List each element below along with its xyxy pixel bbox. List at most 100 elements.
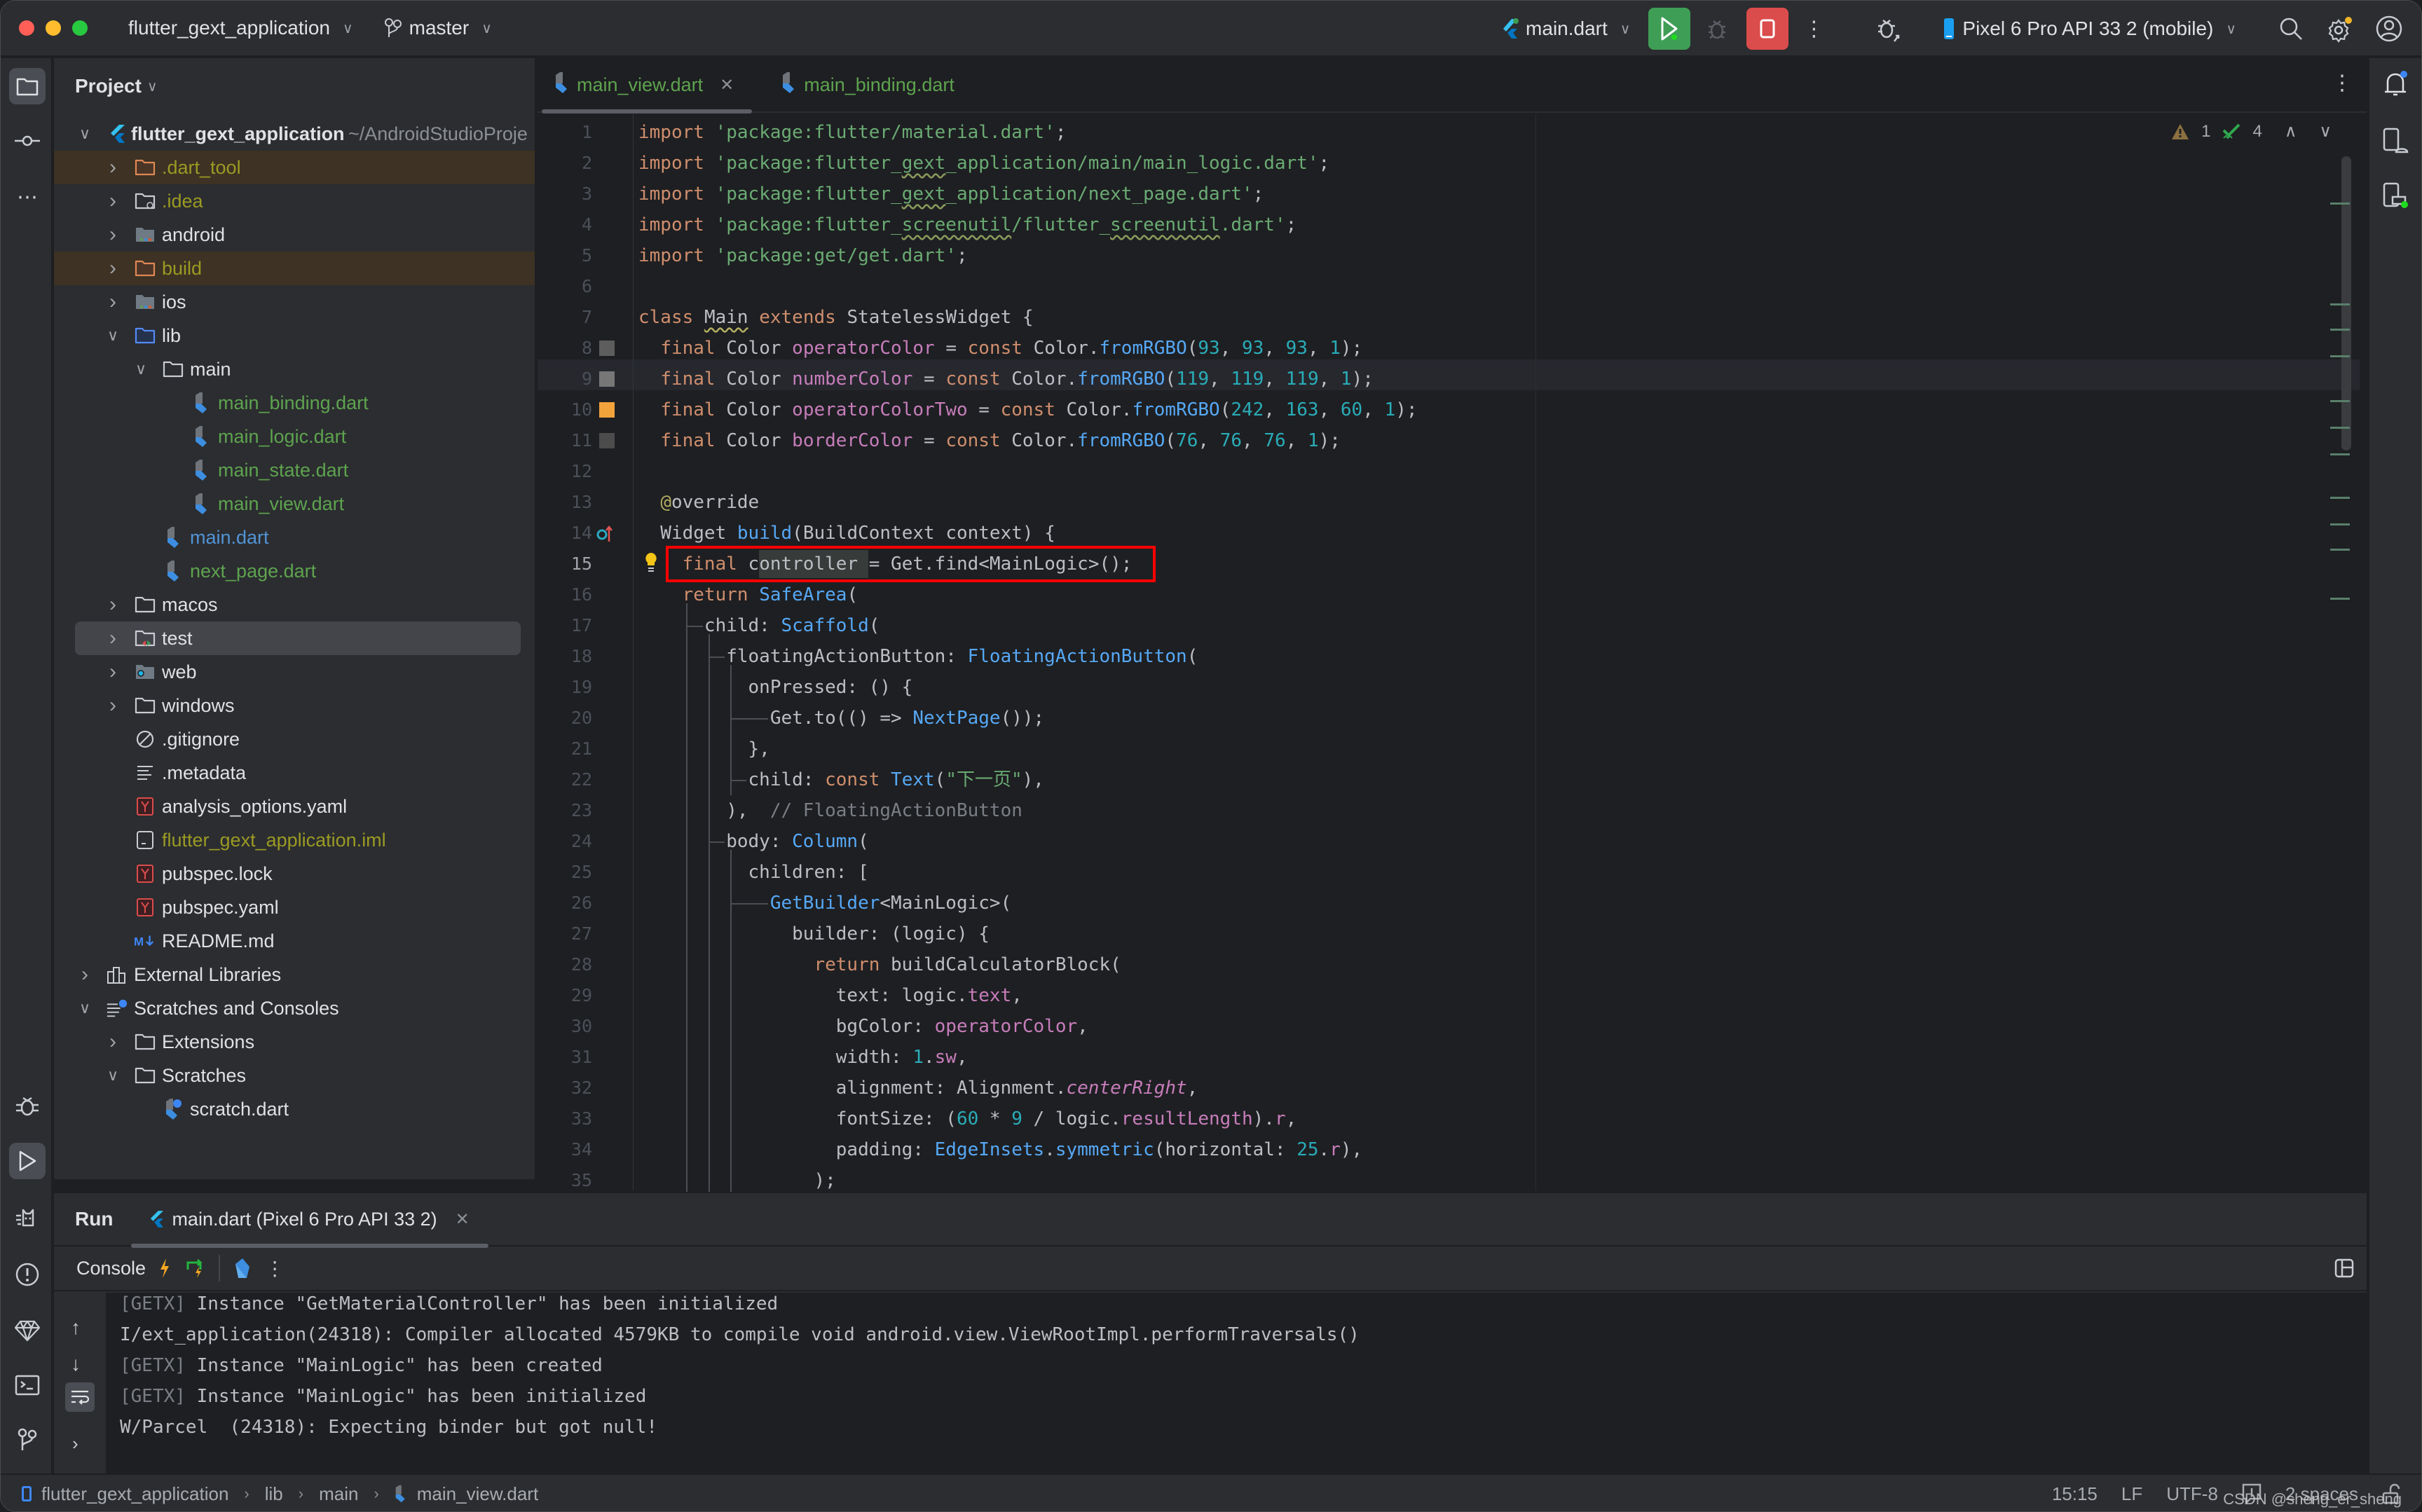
code-line[interactable]: padding: EdgeInsets.symmetric(horizontal… [638, 1134, 1362, 1165]
tree-item-main-state-dart[interactable]: main_state.dart [54, 453, 535, 487]
expand-tools-icon[interactable]: › [72, 1433, 78, 1455]
tree-item-scratch-dart[interactable]: scratch.dart [54, 1092, 535, 1126]
tree-item-metadata[interactable]: .metadata [54, 756, 535, 790]
code-line[interactable]: alignment: Alignment.centerRight, [638, 1073, 1198, 1104]
run-config-selector[interactable]: main.dart ∨ [1502, 18, 1630, 40]
zoom-window-button[interactable] [72, 20, 88, 36]
tree-item-main-logic-dart[interactable]: main_logic.dart [54, 420, 535, 453]
code-line[interactable]: return SafeArea( [638, 579, 858, 610]
code-line[interactable]: import 'package:flutter/material.dart'; [638, 117, 1067, 148]
close-window-button[interactable] [19, 20, 34, 36]
code-line[interactable]: Widget build(BuildContext context) { [638, 518, 1055, 549]
tab-main-binding[interactable]: main_binding.dart [752, 57, 973, 112]
code-line[interactable]: child: Scaffold( [638, 610, 880, 641]
code-line[interactable]: Get.to(() => NextPage()); [638, 703, 1044, 734]
tree-item-dart-tool[interactable]: › .dart_tool [54, 151, 535, 184]
change-marker[interactable] [2330, 329, 2350, 331]
stop-button[interactable] [1746, 8, 1789, 50]
change-marker[interactable] [2330, 523, 2350, 525]
breadcrumb-item[interactable]: lib [265, 1483, 283, 1505]
next-highlight-icon[interactable]: ∨ [2319, 121, 2332, 142]
close-tab-icon[interactable]: ✕ [456, 1209, 470, 1230]
chevron-right-icon[interactable]: › [106, 256, 120, 280]
scroll-down-icon[interactable]: ↓ [71, 1353, 81, 1375]
tree-item-extensions[interactable]: › Extensions [54, 1025, 535, 1059]
console-line[interactable]: I/ext_application(24318): Compiler alloc… [120, 1319, 1360, 1350]
code-line[interactable]: bgColor: operatorColor, [638, 1011, 1088, 1042]
tree-item-pubspec-lock[interactable]: pubspec.lock [54, 857, 535, 891]
more-actions-button[interactable]: ⋮ [1794, 9, 1833, 48]
tree-item-main[interactable]: ∨ main [54, 352, 535, 386]
tree-item-external-libraries[interactable]: › External Libraries [54, 958, 535, 991]
tree-item-flutter-gext-application-iml[interactable]: flutter_gext_application.iml [54, 823, 535, 857]
chevron-right-icon[interactable]: › [106, 626, 120, 650]
code-line[interactable]: children: [ [638, 857, 869, 888]
hot-reload-icon[interactable] [158, 1257, 171, 1279]
console-line[interactable]: [GETX] Instance "MainLogic" has been ini… [120, 1381, 646, 1412]
chevron-down-icon[interactable]: ∨ [134, 360, 148, 378]
code-line[interactable]: GetBuilder<MainLogic>( [638, 888, 1011, 919]
chevron-right-icon[interactable]: › [106, 189, 120, 213]
chevron-right-icon[interactable]: › [106, 156, 120, 179]
breadcrumb-item[interactable]: flutter_gext_application [41, 1483, 228, 1505]
settings-button[interactable] [2320, 9, 2360, 48]
version-control-tool-button[interactable] [9, 1422, 46, 1458]
code-line[interactable]: ), // FloatingActionButton [638, 795, 1022, 826]
tree-item-scratches-and-consoles[interactable]: ∨ Scratches and Consoles [54, 991, 535, 1025]
tree-item-scratches[interactable]: ∨ Scratches [54, 1059, 535, 1092]
color-swatch-icon[interactable] [599, 402, 615, 418]
console-output[interactable]: ↑ ↓ › [GETX] Instance "GetMaterialContro… [54, 1293, 2367, 1476]
change-marker[interactable] [2330, 453, 2350, 455]
color-swatch-icon[interactable] [599, 433, 615, 448]
tree-item-macos[interactable]: › macos [54, 588, 535, 621]
code-line[interactable]: body: Column( [638, 826, 869, 857]
running-devices-button[interactable] [2382, 181, 2410, 213]
lightbulb-icon[interactable] [644, 551, 658, 574]
code-line[interactable]: final Color numberColor = const Color.fr… [638, 364, 1374, 394]
code-area[interactable]: 1 4 ∧ ∨ 1 import 'package:flutter/materia… [538, 114, 2367, 1196]
tree-item-test[interactable]: › test [75, 621, 521, 655]
tree-item-idea[interactable]: › .idea [54, 184, 535, 218]
tree-item-ios[interactable]: › ios [54, 285, 535, 319]
tree-root[interactable]: ∨ flutter_gext_application ~/AndroidStud… [54, 117, 535, 151]
chevron-right-icon[interactable]: › [106, 593, 120, 617]
code-line[interactable]: final Color operatorColorTwo = const Col… [638, 394, 1417, 425]
change-marker[interactable] [2330, 598, 2350, 600]
soft-wrap-button[interactable] [65, 1382, 95, 1412]
chevron-right-icon[interactable]: › [106, 290, 120, 314]
project-selector[interactable]: flutter_gext_application ∨ [128, 17, 353, 39]
tree-item-web[interactable]: › web [54, 655, 535, 689]
debug-button[interactable] [1697, 9, 1737, 48]
tree-item-analysis-options-yaml[interactable]: analysis_options.yaml [54, 790, 535, 823]
code-line[interactable]: onPressed: () { [638, 672, 913, 703]
logcat-tool-button[interactable] [9, 1200, 46, 1237]
console-line[interactable]: W/Parcel (24318): Expecting binder but g… [120, 1412, 657, 1443]
console-line[interactable]: [GETX] Instance "GetMaterialController" … [120, 1288, 778, 1319]
breadcrumb-item[interactable]: main_view.dart [417, 1483, 538, 1505]
code-line[interactable]: fontSize: (60 * 9 / logic.resultLength).… [638, 1104, 1297, 1134]
close-tab-icon[interactable]: ✕ [720, 75, 734, 95]
chevron-right-icon[interactable]: › [106, 660, 120, 684]
code-line[interactable]: final Color borderColor = const Color.fr… [638, 425, 1341, 456]
code-line[interactable]: width: 1.sw, [638, 1042, 968, 1073]
color-swatch-icon[interactable] [599, 341, 615, 356]
change-marker[interactable] [2330, 303, 2350, 305]
code-line[interactable]: final Color operatorColor = const Color.… [638, 333, 1362, 364]
chevron-right-icon[interactable]: › [106, 694, 120, 717]
change-marker[interactable] [2330, 400, 2350, 402]
more-tools-button[interactable]: ⋯ [9, 179, 46, 215]
layout-toggle-icon[interactable] [2334, 1258, 2354, 1278]
caret-position[interactable]: 15:15 [2052, 1483, 2098, 1505]
override-method-icon[interactable] [596, 523, 615, 543]
tree-item-main-dart[interactable]: main.dart [54, 521, 535, 554]
debug-tool-button[interactable] [9, 1088, 46, 1125]
tree-item-readme-md[interactable]: M README.md [54, 924, 535, 958]
code-line[interactable]: builder: (logic) { [638, 919, 990, 949]
tree-item-main-binding-dart[interactable]: main_binding.dart [54, 386, 535, 420]
tree-item-gitignore[interactable]: .gitignore [54, 722, 535, 756]
chevron-right-icon[interactable]: › [106, 223, 120, 247]
tree-item-build[interactable]: › build [54, 252, 535, 285]
chevron-down-icon[interactable]: ∨ [106, 327, 120, 345]
tree-item-main-view-dart[interactable]: main_view.dart [54, 487, 535, 521]
scroll-up-icon[interactable]: ↑ [71, 1317, 81, 1339]
